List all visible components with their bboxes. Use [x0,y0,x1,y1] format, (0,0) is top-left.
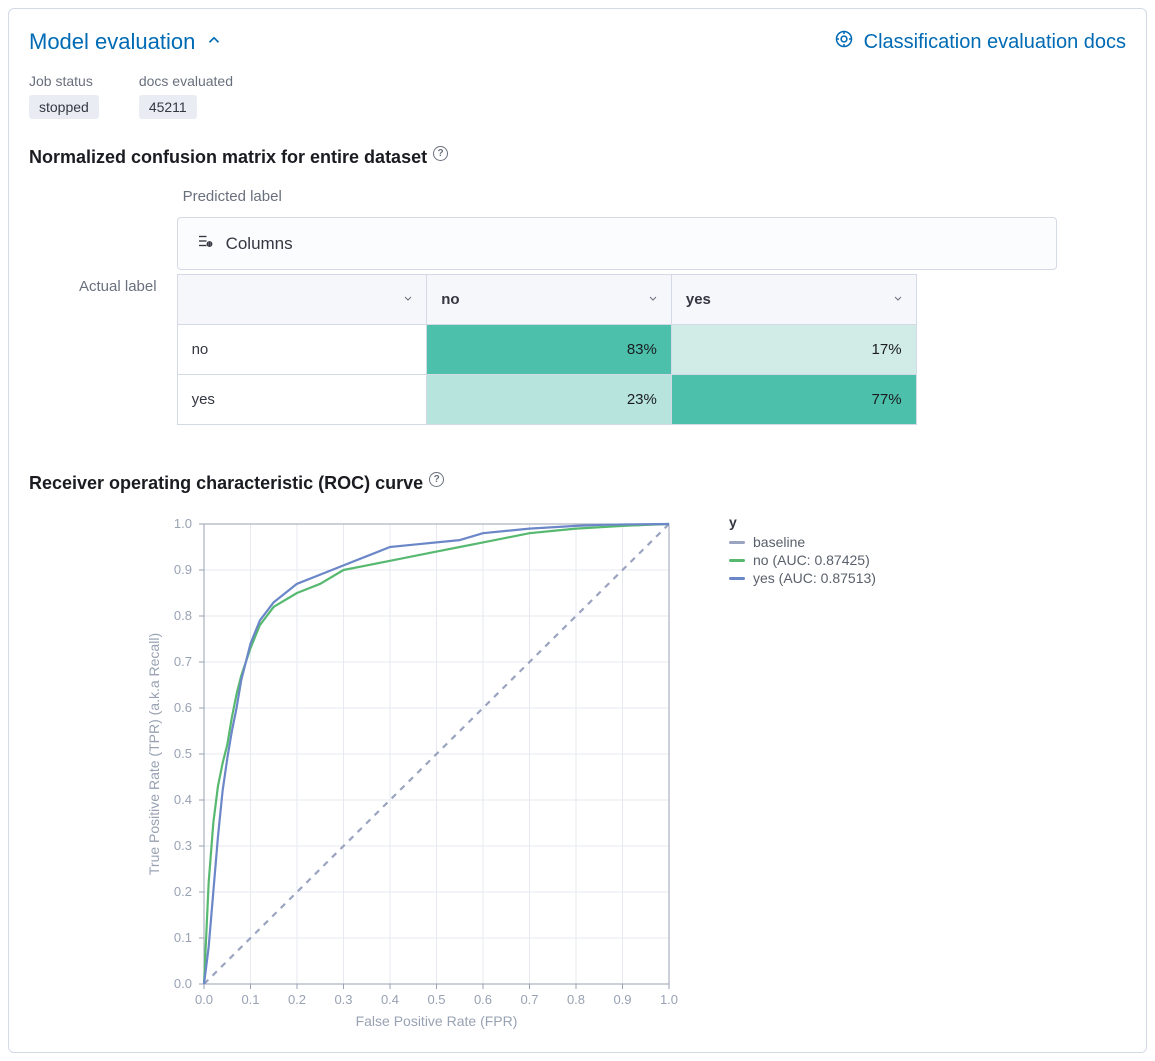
legend-label: no (AUC: 0.87425) [753,552,870,568]
job-status-label: Job status [29,73,99,89]
svg-text:0.7: 0.7 [174,654,192,669]
matrix-row-name: yes [177,375,427,425]
svg-text:0.5: 0.5 [174,746,192,761]
svg-text:0.0: 0.0 [195,992,213,1007]
matrix-header-yes[interactable]: yes [671,275,916,325]
svg-text:0.9: 0.9 [174,562,192,577]
svg-text:0.7: 0.7 [520,992,538,1007]
legend-item-yes[interactable]: yes (AUC: 0.87513) [729,570,876,586]
matrix-cell-yes-no: 23% [427,375,672,425]
columns-icon [196,232,214,255]
svg-text:0.3: 0.3 [174,838,192,853]
roc-title: Receiver operating characteristic (ROC) … [29,473,1126,494]
svg-text:0.9: 0.9 [613,992,631,1007]
svg-text:0.8: 0.8 [174,608,192,623]
svg-text:0.8: 0.8 [567,992,585,1007]
matrix-cell-no-no: 83% [427,325,672,375]
svg-text:0.2: 0.2 [174,884,192,899]
svg-text:0.4: 0.4 [174,792,192,807]
svg-text:False Positive Rate (FPR): False Positive Rate (FPR) [356,1013,518,1029]
svg-text:0.1: 0.1 [241,992,259,1007]
legend-item-baseline[interactable]: baseline [729,534,876,550]
svg-text:0.5: 0.5 [427,992,445,1007]
confusion-matrix-area: Actual label Predicted label Columns [79,188,1126,425]
roc-section: 0.00.0 0.1 0.1 0.2 0.2 0.3 0.3 0.4 0.4 0.5 0.5 0.6 0… [29,514,1126,1034]
svg-text:0.1: 0.1 [174,930,192,945]
chevron-down-icon [647,291,659,308]
docs-evaluated-badge: 45211 [139,95,197,119]
matrix-cell-yes-yes: 77% [671,375,916,425]
legend-swatch [729,559,745,562]
status-row: Job status stopped docs evaluated 45211 [29,73,1126,119]
roc-title-text: Receiver operating characteristic (ROC) … [29,473,423,494]
legend-label: baseline [753,534,805,550]
svg-text:0.6: 0.6 [174,700,192,715]
panel-header: Model evaluation Classification evaluati… [29,29,1126,55]
svg-text:1.0: 1.0 [660,992,678,1007]
confusion-matrix-table: no yes no 83% 17% yes 23% 77% [177,274,917,425]
job-status-block: Job status stopped [29,73,99,119]
svg-text:0.0: 0.0 [174,976,192,991]
chevron-down-icon [892,291,904,308]
confusion-matrix-title-text: Normalized confusion matrix for entire d… [29,147,427,168]
roc-chart: 0.00.0 0.1 0.1 0.2 0.2 0.3 0.3 0.4 0.4 0.5 0.5 0.6 0… [29,514,689,1034]
legend-swatch [729,577,745,580]
chevron-down-icon [402,291,414,308]
roc-legend: y baseline no (AUC: 0.87425) yes (AUC: 0… [729,514,876,1034]
matrix-header-no[interactable]: no [427,275,672,325]
legend-label: yes (AUC: 0.87513) [753,570,876,586]
matrix-cell-no-yes: 17% [671,325,916,375]
docs-link[interactable]: Classification evaluation docs [834,29,1126,55]
svg-text:0.2: 0.2 [288,992,306,1007]
docs-evaluated-block: docs evaluated 45211 [139,73,233,119]
panel-title-toggle[interactable]: Model evaluation [29,29,223,55]
columns-button[interactable]: Columns [177,217,1057,270]
svg-text:0.6: 0.6 [474,992,492,1007]
model-evaluation-panel: Model evaluation Classification evaluati… [8,8,1147,1053]
help-target-icon [834,29,854,55]
confusion-matrix-title: Normalized confusion matrix for entire d… [29,147,1126,168]
svg-text:0.3: 0.3 [334,992,352,1007]
matrix-header-blank[interactable] [177,275,427,325]
table-row: no 83% 17% [177,325,916,375]
predicted-label: Predicted label [183,188,1057,205]
chevron-up-icon [205,29,223,55]
svg-text:0.4: 0.4 [381,992,399,1007]
docs-link-text: Classification evaluation docs [864,31,1126,54]
svg-text:True Positive Rate (TPR) (a.k.: True Positive Rate (TPR) (a.k.a Recall) [146,633,162,875]
legend-swatch [729,541,745,544]
job-status-badge: stopped [29,95,99,119]
legend-title: y [729,514,876,530]
help-icon[interactable]: ? [433,146,448,161]
panel-title-text: Model evaluation [29,29,195,55]
help-icon[interactable]: ? [429,472,444,487]
svg-text:1.0: 1.0 [174,516,192,531]
table-row: yes 23% 77% [177,375,916,425]
legend-item-no[interactable]: no (AUC: 0.87425) [729,552,876,568]
docs-evaluated-label: docs evaluated [139,73,233,89]
actual-label: Actual label [79,278,157,295]
columns-button-label: Columns [226,234,293,254]
matrix-row-name: no [177,325,427,375]
